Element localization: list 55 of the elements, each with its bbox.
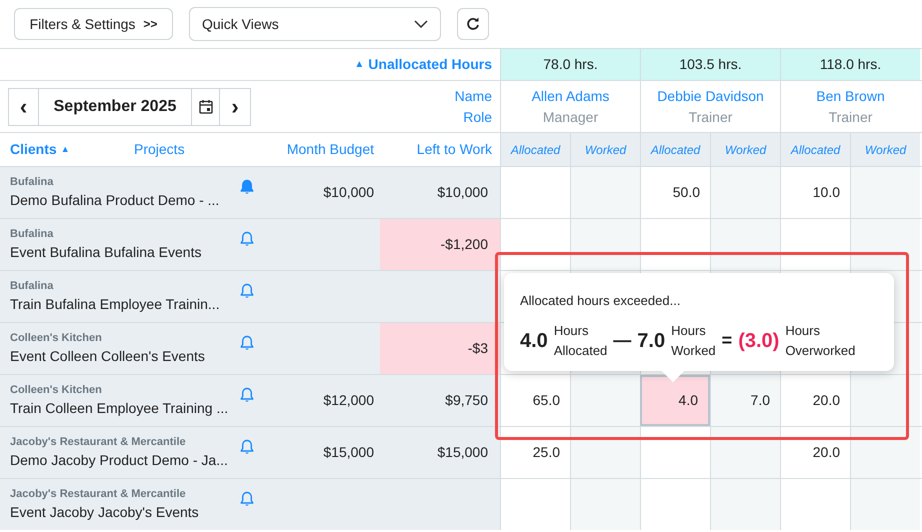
- equals-sign: =: [722, 329, 732, 352]
- overworked-hours-value: (3.0): [738, 328, 780, 354]
- allocated-label: Allocated: [554, 342, 608, 360]
- month-budget: $15,000: [323, 443, 374, 462]
- client-name: Colleen's Kitchen: [10, 330, 103, 346]
- project-name[interactable]: Demo Jacoby Product Demo - Ja...: [10, 450, 240, 472]
- left-to-work-cell-text: $15,000: [436, 443, 489, 462]
- overworked-label: Overworked: [785, 342, 856, 360]
- client-name: Bufalina: [10, 226, 54, 242]
- next-month-button[interactable]: ›: [220, 88, 251, 126]
- unallocated-hours-cell: 103.5 hrs.: [640, 49, 780, 80]
- over-budget-cell: -$3: [380, 323, 500, 374]
- subcolumn-header: Allocated: [780, 133, 850, 166]
- project-name[interactable]: Event Bufalina Bufalina Events: [10, 242, 240, 264]
- project-name[interactable]: Train Colleen Employee Training ...: [10, 398, 240, 420]
- filters-settings-button[interactable]: Filters & Settings >>: [14, 8, 173, 40]
- tooltip-title: Allocated hours exceeded...: [520, 292, 682, 310]
- client-name: Jacoby's Restaurant & Mercantile: [10, 434, 187, 450]
- client-name: Bufalina: [10, 174, 54, 190]
- left-to-work-cell-text: $9,750: [444, 391, 489, 410]
- quick-views-dropdown[interactable]: Quick Views: [189, 7, 441, 41]
- project-name[interactable]: Demo Bufalina Product Demo - ...: [10, 190, 240, 212]
- previous-month-button[interactable]: ‹: [8, 88, 39, 126]
- over-budget-cell: -$1,200: [380, 219, 500, 270]
- subcolumn-header: Allocated: [640, 133, 710, 166]
- sort-arrow-icon: ▲: [60, 142, 70, 156]
- person-role: Manager: [542, 108, 598, 127]
- project-name[interactable]: Event Jacoby Jacoby's Events: [10, 502, 240, 524]
- hours-label: Hours: [554, 322, 590, 340]
- sort-arrow-icon: ▲: [354, 57, 364, 72]
- project-name[interactable]: Event Colleen Colleen's Events: [10, 346, 240, 368]
- subcolumn-header: Worked: [850, 133, 920, 166]
- unallocated-hours-cell: 78.0 hrs.: [500, 49, 640, 80]
- worked-label: Worked: [671, 342, 716, 360]
- client-name: Jacoby's Restaurant & Mercantile: [10, 486, 187, 502]
- month-label: September 2025: [39, 88, 191, 126]
- client-name: Colleen's Kitchen: [10, 382, 103, 398]
- worked-hours-value: 7.0: [637, 328, 666, 354]
- hours-label: Hours: [785, 322, 821, 340]
- hours-cell[interactable]: 7.0: [710, 375, 780, 426]
- subcolumn-header: Worked: [710, 133, 780, 166]
- exceeded-hours-cell[interactable]: 4.0: [640, 375, 710, 426]
- allocated-hours-value: 4.0: [520, 328, 548, 354]
- subcolumn-header: Allocated: [500, 133, 570, 166]
- person-role: Trainer: [828, 108, 872, 126]
- client-name: Bufalina: [10, 278, 54, 294]
- month-budget: $10,000: [323, 183, 374, 202]
- person-role: Trainer: [688, 108, 732, 126]
- month-budget: $12,000: [323, 391, 374, 410]
- unallocated-hours-cell: 118.0 hrs.: [780, 49, 920, 80]
- project-name[interactable]: Train Bufalina Employee Trainin...: [10, 294, 240, 316]
- subcolumn-header: Worked: [570, 133, 640, 166]
- minus-sign: —: [613, 329, 632, 352]
- hours-label: Hours: [671, 322, 707, 340]
- left-to-work-cell-text: $10,000: [436, 183, 489, 202]
